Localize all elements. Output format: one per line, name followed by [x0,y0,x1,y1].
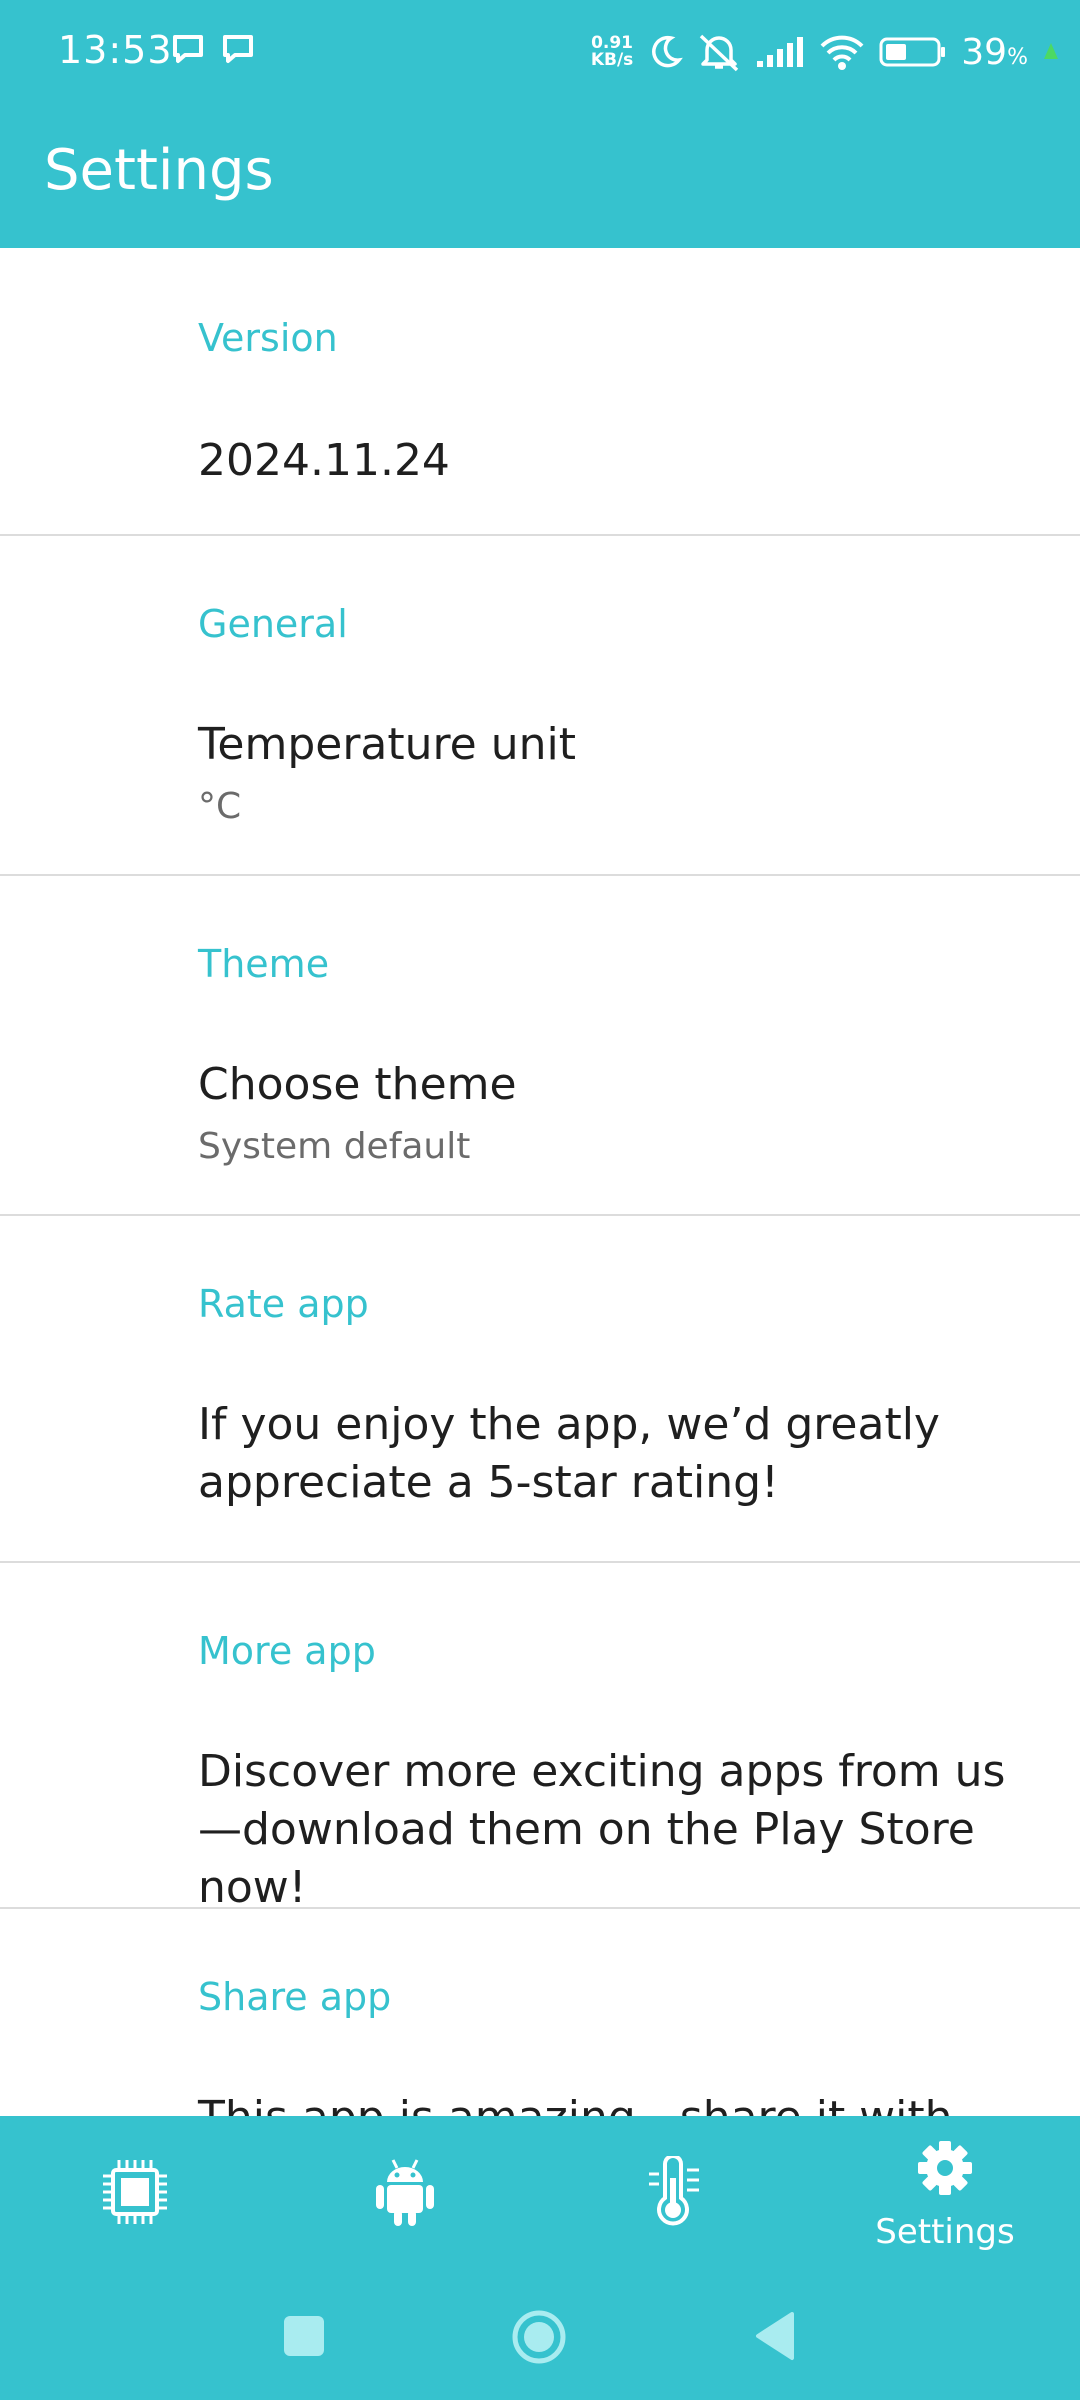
battery-percent: 39% [961,31,1028,73]
recent-apps-icon[interactable] [282,2314,326,2358]
status-icons: 0.91 KB/s 39% [591,30,1060,74]
charging-icon [1044,43,1058,59]
signal-strength-icon [757,37,804,67]
nav-item-settings[interactable]: Settings [810,2116,1080,2294]
item-title: If you enjoy the app, we’d greatly appre… [198,1399,940,1508]
nav-label-settings: Settings [875,2212,1015,2252]
version-value: 2024.11.24 [198,435,450,486]
do-not-disturb-moon-icon [652,35,684,68]
item-title: Discover more exciting apps from us—down… [198,1746,1006,1913]
gear-icon [918,2141,972,2195]
settings-section-more-app: More app Discover more exciting apps fro… [0,1563,1080,1913]
settings-list[interactable]: Version 2024.11.24 General Temperature u… [0,248,1080,2116]
settings-section-version: Version 2024.11.24 [0,248,1080,536]
rate-app-item[interactable]: If you enjoy the app, we’d greatly appre… [0,1356,1080,1559]
temperature-unit-item[interactable]: Temperature unit °C [0,676,1080,872]
nav-item-android[interactable] [270,2116,540,2294]
cpu-chip-icon [103,2160,167,2224]
page-title: Settings [44,138,274,203]
item-title: Choose theme [198,1059,517,1110]
item-title: Temperature unit [198,719,576,770]
section-header: More app [198,1629,376,1673]
bottom-navigation: Settings [0,2116,1080,2294]
settings-section-share-app: Share app This app is amazing—share it w… [0,1909,1080,2116]
battery-icon [879,37,946,67]
thermometer-icon [649,2156,699,2226]
nav-item-cpu[interactable] [0,2116,270,2294]
wifi-icon [820,35,864,70]
nav-item-temperature[interactable] [540,2116,810,2294]
back-icon[interactable] [752,2310,796,2362]
share-app-item[interactable]: This app is amazing—share it with [0,2049,1080,2116]
section-header: Theme [198,942,330,986]
section-header: Share app [198,1975,392,2019]
app-bar: Settings [0,108,1080,248]
section-header: Version [198,316,338,360]
choose-theme-item[interactable]: Choose theme System default [0,1016,1080,1212]
home-icon[interactable] [510,2308,568,2366]
item-title: This app is amazing—share it with [198,2089,1038,2116]
status-bar: 13:53 0.91 KB/s 39% [0,0,1080,108]
silent-bell-icon [700,34,739,72]
settings-section-rate-app: Rate app If you enjoy the app, we’d grea… [0,1216,1080,1563]
section-header: Rate app [198,1282,369,1326]
item-subtitle: System default [198,1126,471,1167]
settings-section-general: General Temperature unit °C [0,536,1080,876]
settings-section-theme: Theme Choose theme System default [0,876,1080,1216]
section-header: General [198,602,348,646]
item-subtitle: °C [198,786,242,827]
system-navigation-bar [0,2294,1080,2400]
more-app-item[interactable]: Discover more exciting apps from us—down… [0,1703,1080,1913]
android-icon [376,2159,434,2226]
message-notification-icon [223,35,253,63]
network-speed: 0.91 KB/s [590,33,634,70]
message-notification-icon [173,35,203,63]
status-time: 13:53 [58,28,173,72]
